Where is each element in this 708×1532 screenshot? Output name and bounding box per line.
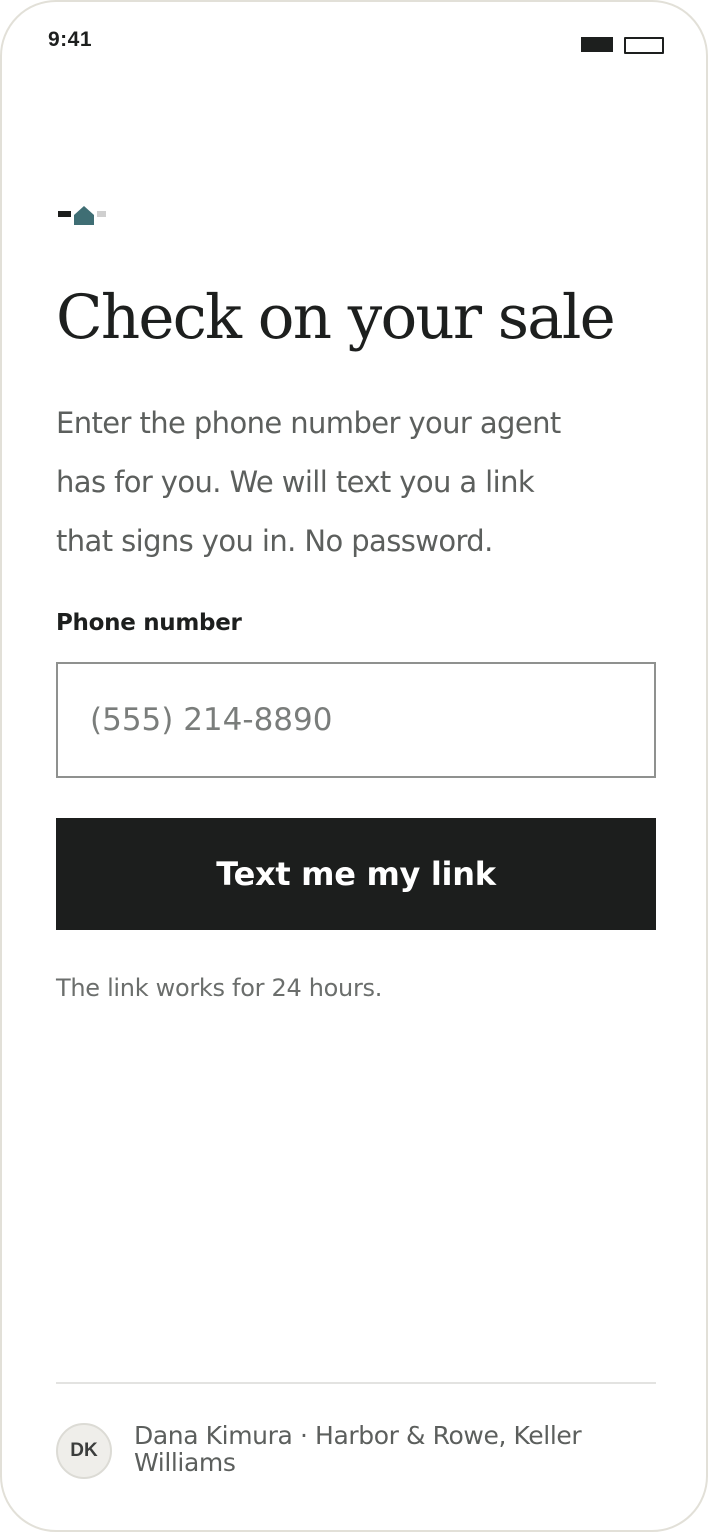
page-title: Check on your sale [56, 282, 616, 353]
link-expiry-note: The link works for 24 hours. [56, 974, 383, 1002]
house-logo-icon [58, 206, 106, 225]
agent-info: Dana Kimura · Harbor & Rowe, Keller Will… [134, 1422, 654, 1476]
phone-screen: 9:41 Check on your sale Enter the phone … [0, 0, 708, 1532]
agent-line: Dana Kimura · Harbor & Rowe, Keller [134, 1421, 582, 1450]
footer-divider [56, 1382, 656, 1384]
agent-initials: DK [70, 1440, 98, 1461]
signal-icon [581, 37, 613, 52]
battery-icon [624, 37, 664, 54]
text-me-link-button[interactable]: Text me my link [56, 818, 656, 930]
intro-line: has for you. We will text you a link [56, 465, 535, 499]
intro-line: Enter the phone number your agent [56, 406, 561, 440]
agent-line: Williams [134, 1448, 236, 1477]
intro-text: Enter the phone number your agent has fo… [56, 394, 656, 571]
status-time: 9:41 [48, 28, 93, 51]
phone-label: Phone number [56, 610, 242, 636]
intro-line: that signs you in. No password. [56, 524, 493, 558]
agent-avatar: DK [56, 1423, 112, 1479]
phone-input[interactable] [56, 662, 656, 778]
